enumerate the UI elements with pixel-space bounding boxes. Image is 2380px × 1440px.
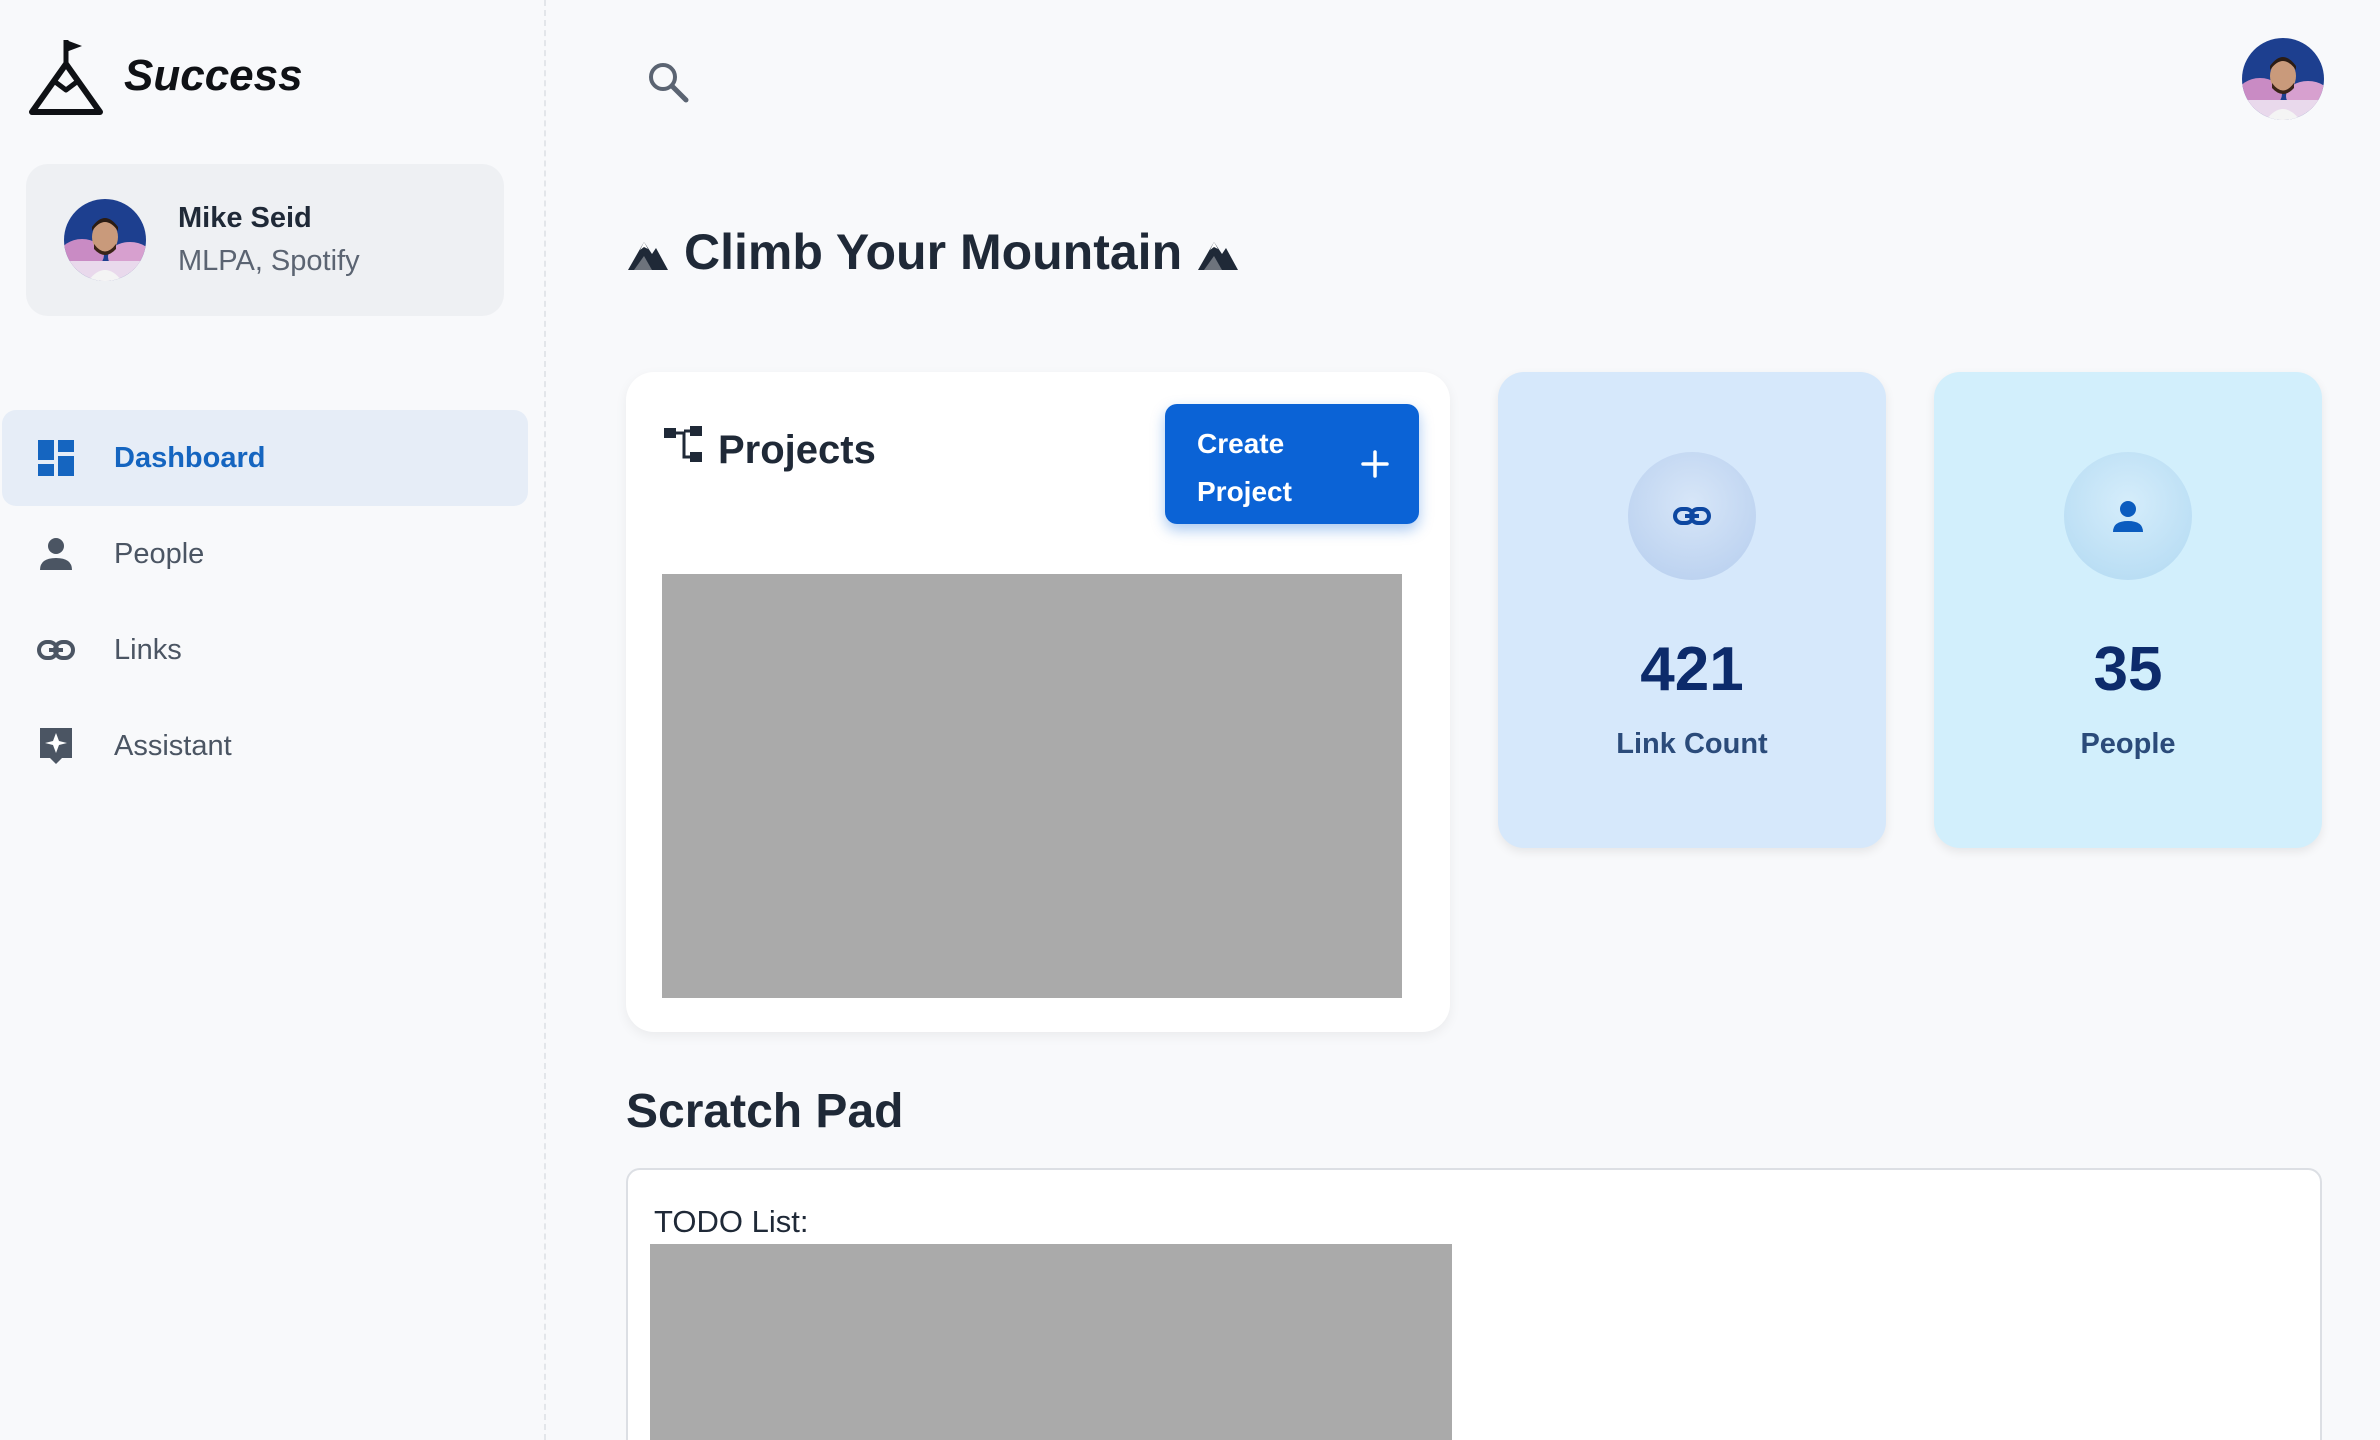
todo-content-placeholder: [650, 1244, 1452, 1440]
dashboard-icon: [38, 440, 74, 476]
sidebar-item-links[interactable]: Links: [2, 602, 528, 698]
mountain-flag-logo-icon: [29, 40, 103, 115]
plus-icon: [1361, 450, 1389, 478]
link-count-value: 421: [1640, 635, 1744, 704]
stat-icon-badge: [2064, 452, 2192, 580]
mountain-icon: [1198, 242, 1239, 270]
sidebar-item-assistant[interactable]: Assistant: [2, 698, 528, 794]
sidebar-item-label: People: [114, 537, 205, 570]
sparkle-chat-icon: [40, 728, 72, 764]
person-icon: [40, 538, 72, 570]
stat-icon-badge: [1628, 452, 1756, 580]
user-name: Mike Seid: [178, 202, 312, 234]
create-project-label: Create Project: [1197, 428, 1292, 507]
link-count-label: Link Count: [1616, 728, 1768, 760]
brand-name: Success: [124, 51, 303, 100]
todo-list-label: TODO List:: [654, 1204, 809, 1239]
sidebar-item-dashboard[interactable]: Dashboard: [2, 410, 528, 506]
people-count-value: 35: [2093, 635, 2163, 704]
scratch-pad-editor[interactable]: TODO List:: [626, 1168, 2322, 1440]
sidebar-item-label: Dashboard: [114, 441, 266, 474]
people-count-label: People: [2080, 728, 2176, 760]
brand[interactable]: Success: [26, 34, 303, 118]
person-icon: [2113, 501, 2143, 532]
projects-content-placeholder: [662, 574, 1402, 998]
projects-card: Projects Create Project: [626, 372, 1450, 1032]
account-avatar[interactable]: [2242, 38, 2324, 120]
account-tree-icon: [664, 426, 702, 462]
sidebar-item-label: Assistant: [114, 729, 232, 762]
search-icon[interactable]: [644, 58, 692, 106]
mountain-icon: [628, 242, 668, 270]
sidebar: Success Mike Seid MLPA, Spotify Dashboar…: [0, 0, 546, 1440]
app: Success Mike Seid MLPA, Spotify Dashboar…: [0, 0, 2380, 1440]
avatar: [64, 199, 146, 281]
projects-title: Projects: [718, 428, 876, 472]
create-project-button[interactable]: Create Project: [1165, 404, 1419, 524]
sidebar-item-label: Links: [114, 633, 182, 666]
user-org: MLPA, Spotify: [178, 245, 360, 277]
user-card[interactable]: Mike Seid MLPA, Spotify: [26, 164, 504, 316]
page-title: Climb Your Mountain: [626, 222, 1240, 282]
sidebar-item-people[interactable]: People: [2, 506, 528, 602]
people-count-card[interactable]: 35 People: [1934, 372, 2322, 848]
link-count-card[interactable]: 421 Link Count: [1498, 372, 1886, 848]
page-title-text: Climb Your Mountain: [684, 224, 1183, 280]
link-icon: [1673, 507, 1711, 525]
link-icon: [37, 640, 75, 660]
sidebar-nav: Dashboard People Links Assistant: [2, 410, 528, 794]
scratch-pad-title: Scratch Pad: [626, 1085, 904, 1138]
